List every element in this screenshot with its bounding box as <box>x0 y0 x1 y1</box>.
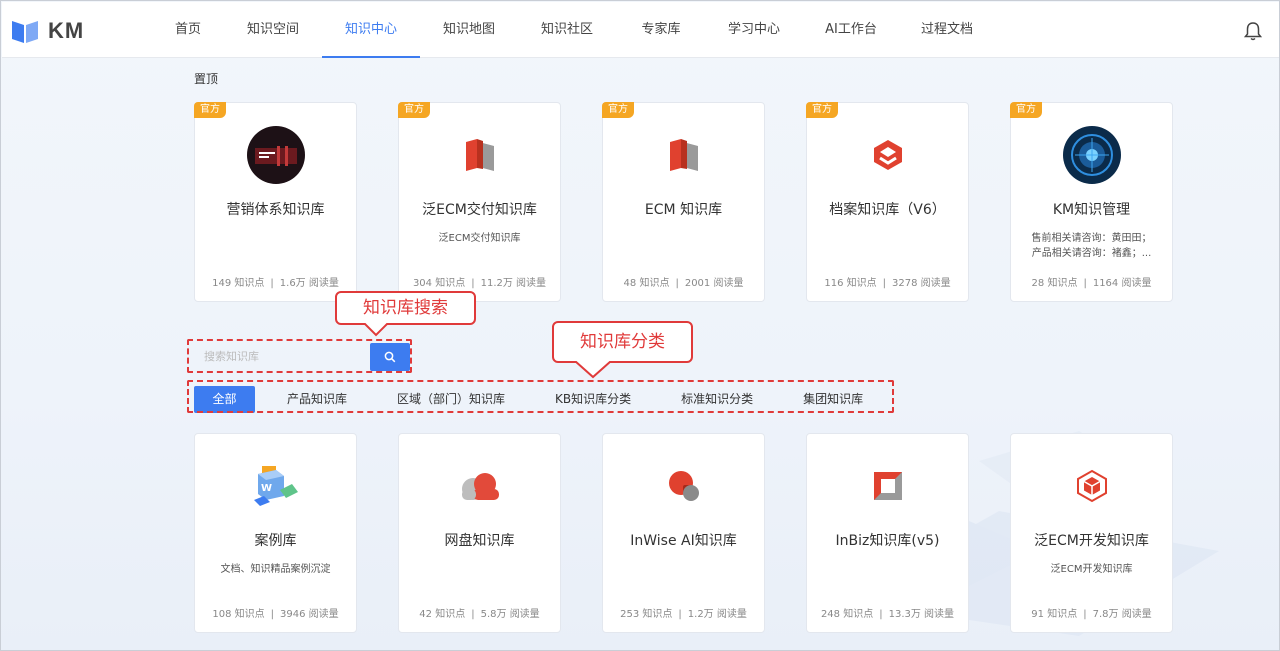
bell-icon[interactable] <box>1244 21 1262 41</box>
svg-text:W: W <box>261 483 272 494</box>
inbiz-logo-icon <box>858 456 918 516</box>
card-title: 网盘知识库 <box>444 533 515 549</box>
card-title: 泛ECM交付知识库 <box>422 202 537 218</box>
card-description: 文档、知识精品案例沉淀 <box>220 564 331 575</box>
card-title: InBiz知识库(v5) <box>835 533 940 549</box>
nav-learning-center[interactable]: 学习中心 <box>706 2 802 58</box>
nav-home[interactable]: 首页 <box>152 2 224 58</box>
pinned-card-ecm-delivery[interactable]: 官方 泛ECM交付知识库 泛ECM交付知识库 304 知识点 | 11.2万 阅读量 <box>398 102 561 302</box>
card-title: KM知识管理 <box>1052 202 1131 218</box>
category-callout: 知识库分类 <box>552 321 693 363</box>
search-callout-pointer <box>363 323 389 337</box>
card-stats: 91 知识点 | 7.8万 阅读量 <box>1031 609 1152 620</box>
card-stats: 108 知识点 | 3946 阅读量 <box>212 609 339 620</box>
card-stats: 304 知识点 | 11.2万 阅读量 <box>412 278 547 289</box>
pinned-card-ecm[interactable]: 官方 ECM 知识库 48 知识点 | 2001 阅读量 <box>602 102 765 302</box>
card-stats: 42 知识点 | 5.8万 阅读量 <box>419 609 540 620</box>
card-stats: 248 知识点 | 13.3万 阅读量 <box>820 609 955 620</box>
card-title: 档案知识库（V6） <box>829 202 946 218</box>
card-description: 泛ECM交付知识库 <box>438 233 521 244</box>
category-callout-pointer <box>574 361 612 379</box>
official-badge: 官方 <box>806 102 838 118</box>
card-title: ECM 知识库 <box>644 202 723 218</box>
category-highlight-box <box>187 380 894 413</box>
card-title: 营销体系知识库 <box>226 202 325 218</box>
card-stats: 253 知识点 | 1.2万 阅读量 <box>620 609 747 620</box>
nav-knowledge-map[interactable]: 知识地图 <box>420 2 518 58</box>
marketing-photo-icon <box>246 125 306 185</box>
card-stats: 28 知识点 | 1164 阅读量 <box>1031 278 1152 289</box>
cloud-drive-icon <box>450 456 510 516</box>
library-card-cloud-drive[interactable]: 网盘知识库 42 知识点 | 5.8万 阅读量 <box>398 433 561 633</box>
library-card-inwise-ai[interactable]: InWise AI知识库 253 知识点 | 1.2万 阅读量 <box>602 433 765 633</box>
official-badge: 官方 <box>602 102 634 118</box>
pinned-card-marketing[interactable]: 官方 营销体系知识库 149 知识点 | 1.6万 阅读量 <box>194 102 357 302</box>
app-logo[interactable]: KM <box>10 16 110 46</box>
nav-knowledge-space[interactable]: 知识空间 <box>224 2 322 58</box>
pinned-section-label: 置顶 <box>194 72 219 86</box>
card-stats: 48 知识点 | 2001 阅读量 <box>623 278 744 289</box>
top-navbar: KM 首页 知识空间 知识中心 知识地图 知识社区 专家库 学习中心 AI工作台… <box>2 2 1279 58</box>
logo-text: KM <box>48 18 85 43</box>
library-card-ecm-dev[interactable]: 泛ECM开发知识库 泛ECM开发知识库 91 知识点 | 7.8万 阅读量 <box>1010 433 1173 633</box>
km-globe-icon <box>1062 125 1122 185</box>
search-highlight-box <box>187 339 412 373</box>
official-badge: 官方 <box>194 102 226 118</box>
nav-knowledge-community[interactable]: 知识社区 <box>518 2 616 58</box>
nav-expert-library[interactable]: 专家库 <box>616 2 706 58</box>
card-stats: 116 知识点 | 3278 阅读量 <box>824 278 951 289</box>
main-nav: 首页 知识空间 知识中心 知识地图 知识社区 专家库 学习中心 AI工作台 过程… <box>152 2 994 58</box>
card-title: 泛ECM开发知识库 <box>1034 533 1149 549</box>
nav-knowledge-center[interactable]: 知识中心 <box>322 2 420 58</box>
inwise-ai-icon <box>654 456 714 516</box>
official-badge: 官方 <box>398 102 430 118</box>
pinned-card-archive[interactable]: 官方 档案知识库（V6） 116 知识点 | 3278 阅读量 <box>806 102 969 302</box>
card-title: InWise AI知识库 <box>630 533 737 549</box>
card-description: 泛ECM开发知识库 <box>1050 564 1133 575</box>
book-logo-icon <box>12 21 38 43</box>
ecm-logo-icon <box>654 125 714 185</box>
card-description: 售前相关请咨询：黄田田； 产品相关请咨询：褚鑫；... <box>1031 233 1152 259</box>
nav-process-docs[interactable]: 过程文档 <box>900 2 994 58</box>
case-library-icon: W <box>246 456 306 516</box>
nav-ai-workbench[interactable]: AI工作台 <box>802 2 900 58</box>
archive-logo-icon <box>858 125 918 185</box>
pinned-card-km[interactable]: 官方 KM知识管理 售前相关请咨询：黄田田； 产品相关请咨询：褚鑫；... 28… <box>1010 102 1173 302</box>
library-card-case[interactable]: W 案例库 文档、知识精品案例沉淀 108 知识点 | 3946 阅读量 <box>194 433 357 633</box>
ecm-logo-icon <box>450 125 510 185</box>
library-card-inbiz[interactable]: InBiz知识库(v5) 248 知识点 | 13.3万 阅读量 <box>806 433 969 633</box>
page-frame: KM 首页 知识空间 知识中心 知识地图 知识社区 专家库 学习中心 AI工作台… <box>0 0 1280 651</box>
card-title: 案例库 <box>254 533 297 549</box>
card-stats: 149 知识点 | 1.6万 阅读量 <box>212 278 339 289</box>
ecm-dev-icon <box>1062 456 1122 516</box>
official-badge: 官方 <box>1010 102 1042 118</box>
search-callout: 知识库搜索 <box>335 291 476 325</box>
